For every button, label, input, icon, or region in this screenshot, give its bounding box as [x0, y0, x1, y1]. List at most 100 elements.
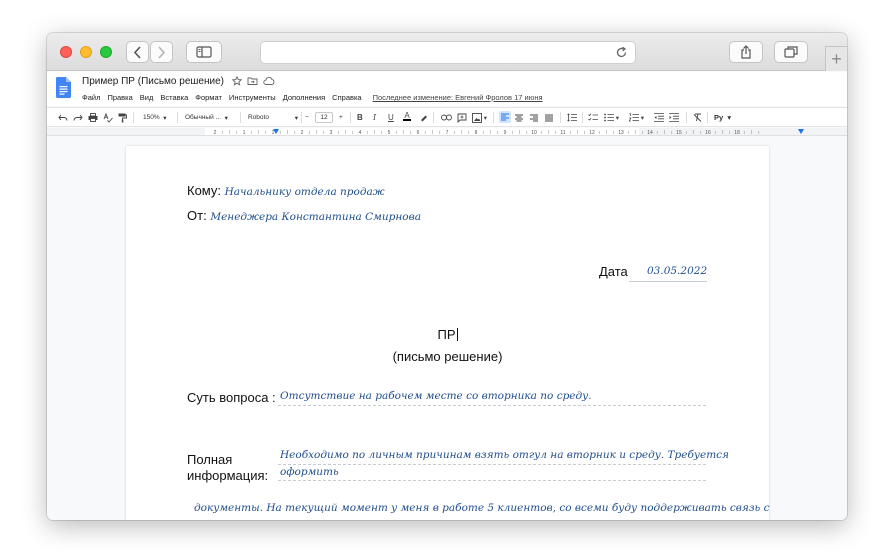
horizontal-ruler[interactable]: 2 1 1 2 3 4 5 6 7 8 9 10 11 12 13 14 15 16 18 — [47, 128, 847, 136]
zoom-window-button[interactable] — [100, 46, 112, 58]
show-tabs-button[interactable] — [774, 41, 808, 63]
increase-font-size-button[interactable]: + — [339, 112, 343, 123]
bold-button[interactable]: B — [357, 112, 363, 123]
ruler-number: 11 — [560, 130, 565, 136]
browser-toolbar: + — [47, 33, 847, 71]
info-underline-2 — [278, 480, 706, 481]
menu-edit[interactable]: Правка — [107, 93, 132, 102]
underline-icon: U — [388, 113, 394, 122]
line-spacing-button[interactable] — [567, 112, 577, 123]
ruler-number: 6 — [417, 130, 420, 136]
to-field: Кому: Начальнику отдела продаж — [187, 183, 385, 198]
menu-insert[interactable]: Вставка — [160, 93, 188, 102]
toolbar-separator — [433, 112, 434, 123]
info-text-line-2: оформить — [280, 466, 339, 478]
document-page[interactable]: Кому: Начальнику отдела продаж От: Менед… — [126, 146, 769, 520]
comment-icon — [457, 113, 467, 123]
style-value: Обычный ... — [185, 114, 221, 121]
spellcheck-icon — [103, 112, 113, 123]
insert-comment-button[interactable] — [457, 112, 467, 123]
star-icon[interactable] — [232, 76, 242, 86]
last-edit-link[interactable]: Последнее изменение: Евгений Фролов 17 и… — [373, 93, 543, 102]
insert-link-button[interactable] — [441, 112, 452, 123]
chevron-right-icon — [158, 45, 166, 59]
font-size-input[interactable]: 12 — [315, 112, 333, 123]
zoom-select[interactable]: 150% ▾ — [143, 112, 167, 123]
ruler-number: 10 — [531, 130, 537, 136]
ruler-number: 2 — [301, 130, 304, 136]
toolbar-separator — [177, 112, 178, 123]
right-indent-marker-icon[interactable] — [798, 129, 804, 134]
align-justify-icon — [545, 114, 553, 121]
font-select[interactable]: Roboto ▾ — [248, 112, 298, 123]
bulleted-list-button[interactable]: ▾ — [604, 112, 619, 123]
reload-icon[interactable] — [615, 46, 628, 59]
toolbar-separator — [240, 112, 241, 123]
text-cursor — [456, 328, 458, 341]
minimize-window-button[interactable] — [80, 46, 92, 58]
align-justify-button[interactable] — [545, 112, 553, 123]
underline-button[interactable]: U — [388, 112, 394, 123]
spellcheck-button[interactable] — [103, 112, 113, 123]
align-right-icon — [530, 114, 538, 121]
toolbar-separator — [133, 112, 134, 123]
align-right-button[interactable] — [530, 112, 538, 123]
toolbar-separator — [560, 112, 561, 123]
forward-button[interactable] — [150, 41, 173, 63]
checklist-icon — [588, 113, 598, 121]
ruler-number: 13 — [618, 130, 624, 136]
menu-format[interactable]: Формат — [195, 93, 222, 102]
input-tools-button[interactable]: Ру ▾ — [714, 112, 731, 123]
indent-icon — [669, 113, 679, 122]
document-canvas[interactable]: Кому: Начальнику отдела продаж От: Менед… — [47, 137, 847, 520]
ruler-number: 12 — [589, 130, 595, 136]
align-left-button[interactable] — [499, 111, 511, 123]
close-window-button[interactable] — [60, 46, 72, 58]
paint-format-button[interactable] — [118, 112, 127, 123]
paragraph-style-select[interactable]: Обычный ... ▾ — [185, 112, 228, 123]
font-size-value: 12 — [320, 114, 328, 121]
print-button[interactable] — [88, 112, 98, 123]
font-value: Roboto — [248, 114, 269, 121]
text-color-button[interactable]: A — [403, 112, 411, 123]
address-bar[interactable] — [260, 41, 636, 64]
back-button[interactable] — [126, 41, 149, 63]
align-center-button[interactable] — [515, 112, 523, 123]
link-icon — [441, 114, 452, 121]
ruler-number: 14 — [647, 130, 653, 136]
ruler-number: 8 — [475, 130, 478, 136]
decrease-indent-button[interactable] — [654, 112, 664, 123]
redo-button[interactable] — [73, 112, 83, 123]
numbered-list-button[interactable]: ▾ — [629, 112, 644, 123]
checklist-button[interactable] — [588, 112, 598, 123]
menu-bar: Файл Правка Вид Вставка Формат Инструмен… — [82, 93, 543, 102]
sidebar-button[interactable] — [186, 41, 222, 63]
toolbar-separator — [686, 112, 687, 123]
increase-indent-button[interactable] — [669, 112, 679, 123]
clear-formatting-button[interactable] — [693, 112, 702, 123]
date-underline — [629, 281, 707, 282]
google-docs-logo-icon[interactable] — [56, 77, 71, 98]
menu-tools[interactable]: Инструменты — [229, 93, 276, 102]
plus-icon: + — [831, 48, 842, 69]
undo-button[interactable] — [58, 112, 68, 123]
insert-image-button[interactable]: ▾ — [472, 112, 487, 123]
outdent-icon — [654, 113, 664, 122]
menu-view[interactable]: Вид — [140, 93, 154, 102]
bulleted-list-icon — [604, 113, 614, 122]
cloud-saved-icon[interactable] — [263, 76, 275, 86]
menu-addons[interactable]: Дополнения — [283, 93, 325, 102]
menu-file[interactable]: Файл — [82, 93, 100, 102]
italic-button[interactable]: I — [373, 112, 376, 123]
ruler-number: 7 — [446, 130, 449, 136]
issue-label: Суть вопроса : — [187, 390, 276, 405]
share-button[interactable] — [729, 41, 763, 63]
new-tab-button[interactable]: + — [825, 46, 847, 71]
document-title[interactable]: Пример ПР (Письмо решение) — [82, 76, 224, 87]
menu-help[interactable]: Справка — [332, 93, 361, 102]
decrease-font-size-button[interactable]: − — [305, 112, 309, 123]
move-folder-icon[interactable] — [247, 76, 258, 86]
clear-formatting-icon — [693, 113, 702, 122]
ruler-number: 3 — [330, 130, 333, 136]
highlight-color-button[interactable] — [419, 112, 428, 123]
